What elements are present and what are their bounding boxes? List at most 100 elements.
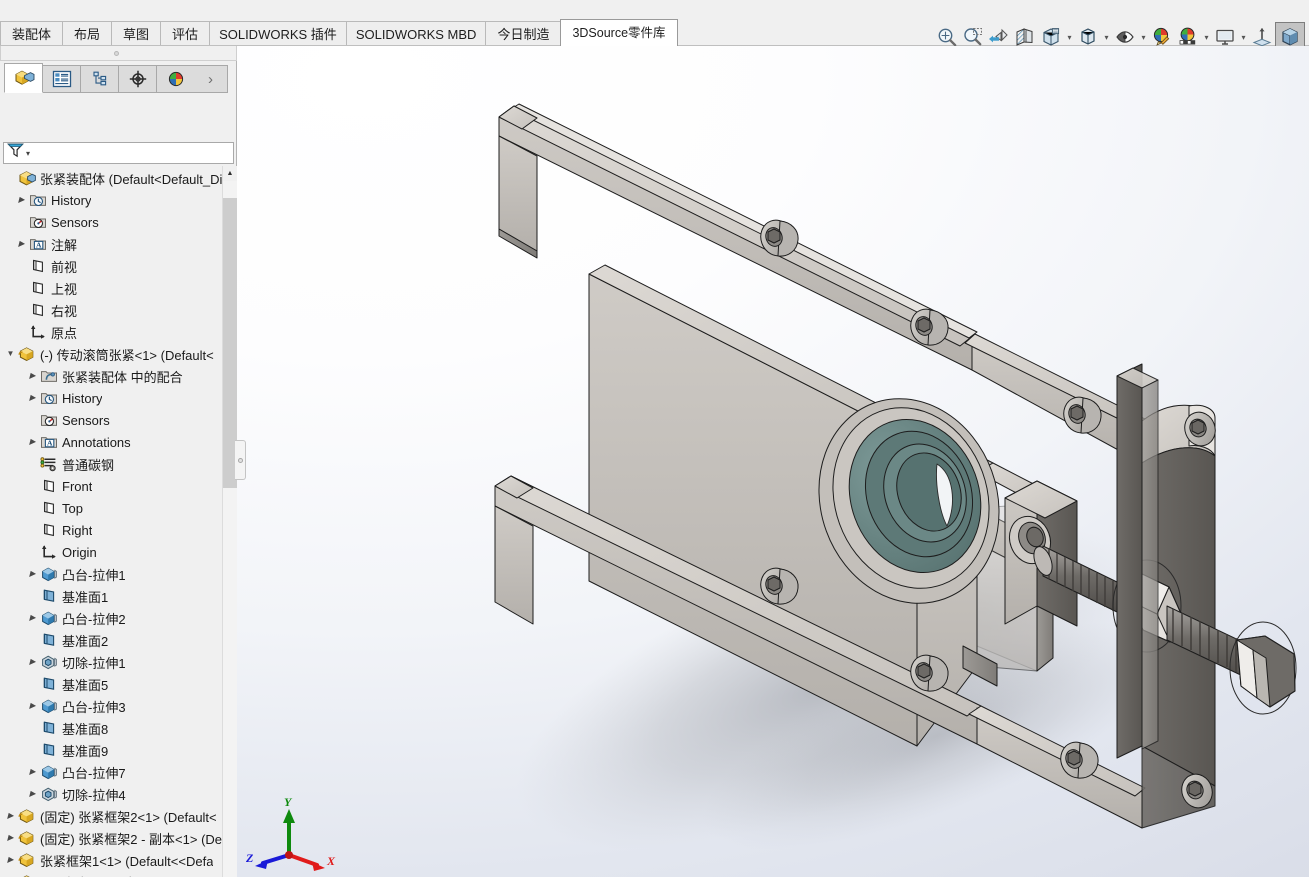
panel-splitter-handle[interactable] (235, 440, 246, 480)
ribbon-tab-evaluate[interactable]: 评估 (160, 21, 211, 46)
ribbon-tab-assembly[interactable]: 装配体 (0, 21, 64, 46)
triad-y-label: Y (284, 795, 292, 809)
graphics-viewport[interactable]: Y X Z (237, 46, 1309, 877)
tree-node[interactable]: A 注解 (0, 233, 222, 255)
part-icon (17, 873, 36, 877)
scrollbar-up-arrow-icon[interactable] (223, 166, 237, 181)
tree-node[interactable]: Sensors (0, 409, 222, 431)
tree-node-label: Origin (62, 544, 97, 560)
feature-tree-scrollbar[interactable] (222, 166, 237, 877)
annotations-icon: A (39, 433, 58, 452)
tree-node-label: 前视 (51, 259, 78, 275)
tree-expand-arrow-icon[interactable] (15, 189, 28, 211)
tree-expand-arrow-icon[interactable] (4, 805, 17, 827)
tree-expand-arrow-icon[interactable] (26, 431, 39, 453)
tree-node-label: History (62, 390, 103, 406)
tree-node[interactable]: 张紧框架1 - 副本<1> (Default< (0, 871, 222, 877)
plane-icon (28, 257, 47, 276)
hex-bolt-head (1229, 621, 1297, 715)
tree-node[interactable]: (-) 传动滚筒张紧<1> (Default< (0, 343, 222, 365)
tree-node[interactable]: 张紧装配体 (Default<Default_Displ (0, 167, 222, 189)
tree-node[interactable]: 基准面1 (0, 585, 222, 607)
tree-node-label: 凸台-拉伸2 (62, 611, 126, 627)
tree-expand-arrow-icon[interactable] (4, 827, 17, 849)
zoom-to-fit-icon (938, 28, 957, 47)
tree-collapse-arrow-icon[interactable] (4, 343, 17, 365)
tree-expand-arrow-icon[interactable] (26, 695, 39, 717)
tree-node-label: 上视 (51, 281, 78, 297)
section-view-icon (1016, 28, 1033, 46)
tree-node[interactable]: 基准面9 (0, 739, 222, 761)
feature-tree-filter[interactable] (3, 142, 234, 164)
ribbon-tab-sketch[interactable]: 草图 (111, 21, 162, 46)
tree-node[interactable]: 切除-拉伸4 (0, 783, 222, 805)
tree-expand-arrow-icon[interactable] (4, 849, 17, 871)
tree-expand-arrow-icon[interactable] (26, 783, 39, 805)
tree-expand-arrow-icon[interactable] (26, 607, 39, 629)
scene-sphere-icon (1179, 27, 1196, 45)
feature-manager-tab[interactable] (4, 63, 43, 93)
tree-node[interactable]: 凸台-拉伸7 (0, 761, 222, 783)
tree-expand-arrow-icon[interactable] (15, 233, 28, 255)
tree-node[interactable]: History (0, 189, 222, 211)
scrollbar-track[interactable] (223, 181, 237, 877)
tree-node[interactable]: 凸台-拉伸2 (0, 607, 222, 629)
tree-node[interactable]: 切除-拉伸1 (0, 651, 222, 673)
tree-node[interactable]: (固定) 张紧框架2<1> (Default< (0, 805, 222, 827)
tree-node[interactable]: 原点 (0, 321, 222, 343)
panel-tabs-expand-button[interactable]: › (194, 65, 228, 93)
cut-icon (39, 653, 58, 672)
display-manager-tab[interactable] (156, 65, 195, 93)
panel-tab-bar: › (4, 63, 228, 93)
tree-node[interactable]: Right (0, 519, 222, 541)
ribbon-tab-3dsource-parts-library[interactable]: 3DSource零件库 (560, 19, 678, 46)
tree-node[interactable]: 基准面8 (0, 717, 222, 739)
filter-dropdown-caret-icon[interactable] (26, 149, 30, 158)
tree-node[interactable]: 张紧框架1<1> (Default<<Defa (0, 849, 222, 871)
tree-node-label: 张紧框架1<1> (Default<<Defa (40, 853, 214, 869)
configuration-manager-tab[interactable] (80, 65, 119, 93)
tree-node[interactable]: 凸台-拉伸3 (0, 695, 222, 717)
tree-node[interactable]: 凸台-拉伸1 (0, 563, 222, 585)
ribbon-tab-solidworks-addins[interactable]: SOLIDWORKS 插件 (209, 21, 347, 46)
tree-node[interactable]: Top (0, 497, 222, 519)
tree-node[interactable]: History (0, 387, 222, 409)
dimxpert-manager-tab[interactable] (118, 65, 157, 93)
assembly-icon (17, 169, 36, 188)
property-manager-tab[interactable] (42, 65, 81, 93)
boss-icon (39, 609, 58, 628)
tree-expand-arrow-icon[interactable] (26, 761, 39, 783)
ribbon-tab-solidworks-mbd[interactable]: SOLIDWORKS MBD (345, 21, 487, 46)
tree-node-label: Sensors (62, 412, 110, 428)
feature-tree[interactable]: 张紧装配体 (Default<Default_Displ History Senso… (0, 166, 222, 877)
tree-expand-arrow-icon[interactable] (26, 651, 39, 673)
tree-expand-arrow-icon[interactable] (26, 563, 39, 585)
plane-icon (28, 279, 47, 298)
ribbon-tab-layout[interactable]: 布局 (62, 21, 113, 46)
tree-node[interactable]: Origin (0, 541, 222, 563)
ribbon-tab-manufacture-today[interactable]: 今日制造 (485, 21, 562, 46)
tree-node-label: (固定) 张紧框架2 - 副本<1> (Dе (40, 831, 222, 847)
tree-node[interactable]: 上视 (0, 277, 222, 299)
tree-expand-arrow-icon[interactable] (26, 387, 39, 409)
panel-drag-handle[interactable] (0, 46, 237, 61)
svg-text:A: A (36, 241, 42, 250)
tree-node[interactable]: 张紧装配体 中的配合 (0, 365, 222, 387)
tree-node[interactable]: Sensors (0, 211, 222, 233)
tree-expand-arrow-icon[interactable] (26, 365, 39, 387)
tree-node[interactable]: 基准面5 (0, 673, 222, 695)
solidworks-window: 装配体 布局 草图 评估 SOLIDWORKS 插件 SOLIDWORKS MB… (0, 0, 1309, 877)
tree-node[interactable]: A Annotations (0, 431, 222, 453)
tree-node[interactable]: Front (0, 475, 222, 497)
tree-node-label: 基准面1 (62, 589, 109, 605)
tree-expand-arrow-icon[interactable] (4, 871, 17, 877)
sensors-icon (28, 213, 47, 232)
tensioning-assembly-3d-model[interactable] (237, 46, 1309, 877)
tree-node[interactable]: 右视 (0, 299, 222, 321)
view-orientation-icon (1043, 28, 1060, 46)
tree-node[interactable]: 普通碳钢 (0, 453, 222, 475)
part-icon (17, 807, 36, 826)
tree-node[interactable]: 基准面2 (0, 629, 222, 651)
tree-node[interactable]: 前视 (0, 255, 222, 277)
tree-node[interactable]: (固定) 张紧框架2 - 副本<1> (Dе (0, 827, 222, 849)
